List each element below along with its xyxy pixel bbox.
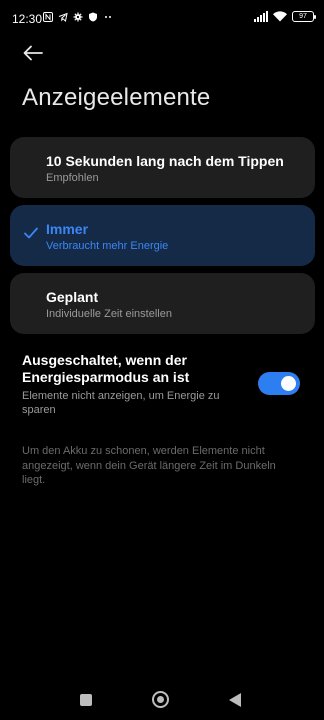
status-notification-icons	[43, 12, 113, 22]
option-10-seconds[interactable]: 10 Sekunden lang nach dem Tippen Empfohl…	[10, 137, 315, 198]
battery-icon: 97	[292, 11, 316, 22]
option-title: 10 Sekunden lang nach dem Tippen	[46, 153, 284, 169]
info-text: Um den Akku zu schonen, werden Elemente …	[22, 445, 276, 486]
option-title: Geplant	[46, 289, 99, 305]
option-subtitle: Verbraucht mehr Energie	[46, 240, 169, 252]
option-always[interactable]: Immer Verbraucht mehr Energie	[10, 205, 315, 266]
option-subtitle: Individuelle Zeit einstellen	[46, 308, 172, 320]
navigation-bar	[0, 684, 324, 720]
home-circle-icon[interactable]	[152, 691, 169, 708]
option-scheduled[interactable]: Geplant Individuelle Zeit einstellen	[10, 273, 315, 334]
wifi-icon	[273, 11, 287, 22]
app-shield-icon	[89, 12, 97, 22]
arrow-left-icon	[23, 45, 43, 61]
checkmark-icon	[24, 227, 38, 239]
notification-n-icon	[43, 12, 53, 22]
power-saving-toggle[interactable]	[258, 372, 300, 395]
toggle-knob	[281, 376, 296, 391]
telegram-icon	[58, 12, 68, 22]
signal-icon	[254, 11, 268, 22]
status-bar: 12:30 97	[0, 0, 324, 36]
recents-square-icon[interactable]	[80, 694, 92, 706]
more-dots-icon	[105, 16, 111, 18]
page-title: Anzeigeelemente	[22, 84, 211, 111]
option-title: Immer	[46, 221, 89, 237]
power-saving-title: Ausgeschaltet, wenn der Energiesparmodus…	[22, 352, 190, 385]
option-subtitle: Empfohlen	[46, 172, 99, 184]
power-saving-description: Elemente nicht anzeigen, um Energie zu s…	[22, 390, 220, 416]
status-system-icons: 97	[254, 11, 316, 22]
settings-cog-icon	[73, 12, 83, 22]
back-button[interactable]	[18, 40, 48, 66]
status-time: 12:30	[12, 12, 43, 26]
back-triangle-icon[interactable]	[229, 693, 241, 707]
